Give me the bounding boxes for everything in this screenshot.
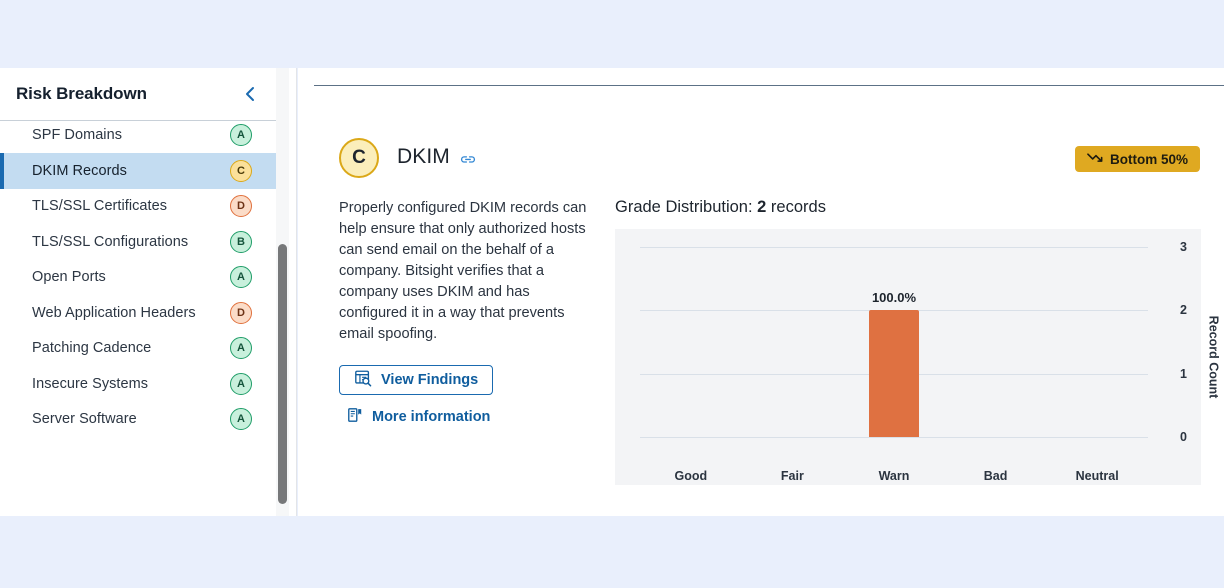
chart-y-tick-label: 1 <box>1180 366 1187 381</box>
panel-top-divider <box>314 85 1224 86</box>
chevron-left-icon[interactable] <box>240 84 260 104</box>
grade-badge: A <box>230 408 252 431</box>
sidebar-item-spf-domains[interactable]: SPF Domains A <box>0 118 276 154</box>
risk-detail-panel: C DKIM Bottom 50% Properly configured DK… <box>298 68 1224 516</box>
view-findings-button[interactable]: View Findings <box>339 365 494 395</box>
chart-title-prefix: Grade Distribution: <box>615 198 758 216</box>
chart-gridline <box>640 247 1148 248</box>
chart-plot-area: 3 2 1 0 Good Fair 100.0% Warn Bad Neutral <box>640 240 1187 483</box>
risk-grade-circle: C <box>339 138 379 178</box>
book-icon <box>347 407 363 427</box>
chart-record-count: 2 <box>757 198 767 216</box>
chart-title: Grade Distribution: 2 records <box>615 198 1201 217</box>
sidebar-item-patching-cadence[interactable]: Patching Cadence A <box>0 331 276 367</box>
sidebar-item-tls-ssl-configurations[interactable]: TLS/SSL Configurations B <box>0 224 276 260</box>
sidebar-nav-list: Diligence Overview SPF Domains A DKIM Re… <box>0 68 276 437</box>
grade-badge: D <box>230 195 252 218</box>
trend-down-icon <box>1087 152 1104 167</box>
sidebar-item-label: SPF Domains <box>32 127 122 144</box>
sidebar-item-server-software[interactable]: Server Software A <box>0 402 276 438</box>
chart-bar-value-label: 100.0% <box>871 290 917 306</box>
chart-x-tick-label: Good <box>674 469 708 483</box>
grade-badge: A <box>230 266 252 289</box>
sidebar-item-label: Patching Cadence <box>32 340 152 357</box>
chart-gridline <box>640 437 1148 438</box>
grade-badge: A <box>230 372 252 395</box>
sidebar-item-label: Open Ports <box>32 269 106 286</box>
sidebar-item-label: TLS/SSL Configurations <box>32 233 189 250</box>
view-findings-label: View Findings <box>381 372 479 388</box>
chart-bar-rect[interactable] <box>869 310 919 437</box>
status-badge-label: Bottom 50% <box>1109 151 1188 167</box>
sidebar-item-label: DKIM Records <box>32 162 127 179</box>
sidebar-item-web-application-headers[interactable]: Web Application Headers D <box>0 295 276 331</box>
grade-distribution-chart: Grade Distribution: 2 records 3 2 1 0 Good Fa… <box>615 198 1220 485</box>
sidebar-scrollbar-thumb[interactable] <box>278 244 287 504</box>
chart-plot-surface: 3 2 1 0 Good Fair 100.0% Warn Bad Neutral Record … <box>615 229 1220 485</box>
sidebar-item-open-ports[interactable]: Open Ports A <box>0 260 276 296</box>
chart-x-tick-label: Neutral <box>1075 469 1119 483</box>
chart-y-axis-title: Record Count <box>1206 315 1221 399</box>
sidebar-header-divider <box>0 120 276 121</box>
grade-badge: A <box>230 124 252 147</box>
table-search-icon <box>354 369 372 391</box>
sidebar-item-label: TLS/SSL Certificates <box>32 198 168 215</box>
grade-badge: B <box>230 230 252 253</box>
chart-y-tick-label: 3 <box>1180 240 1187 254</box>
chart-y-tick-label: 0 <box>1180 430 1187 444</box>
sidebar-item-label: Web Application Headers <box>32 304 196 321</box>
chart-title-suffix: records <box>766 198 826 216</box>
grade-badge: A <box>230 337 252 360</box>
sidebar-header: Risk Breakdown <box>0 68 276 120</box>
status-badge[interactable]: Bottom 50% <box>1074 146 1200 172</box>
risk-description-text: Properly configured DKIM records can hel… <box>339 200 587 342</box>
chart-x-tick-label: Bad <box>983 469 1008 483</box>
sidebar-item-insecure-systems[interactable]: Insecure Systems A <box>0 366 276 402</box>
risk-breakdown-sidebar: Diligence Overview SPF Domains A DKIM Re… <box>0 68 297 516</box>
chart-x-tick-label: Warn <box>878 469 910 483</box>
page-title: Risk Breakdown <box>16 84 147 103</box>
sidebar-item-tls-ssl-certificates[interactable]: TLS/SSL Certificates D <box>0 189 276 225</box>
link-icon[interactable] <box>460 152 476 173</box>
sidebar-item-dkim-records[interactable]: DKIM Records C <box>0 153 276 189</box>
more-information-label: More information <box>372 409 491 425</box>
grade-badge: D <box>230 301 252 324</box>
more-information-link[interactable]: More information <box>339 407 594 427</box>
risk-vector-title: DKIM <box>397 145 450 168</box>
sidebar-scrollbar[interactable] <box>276 68 289 516</box>
chart-x-tick-label: Fair <box>780 469 804 483</box>
grade-badge: C <box>230 159 252 182</box>
chart-bar[interactable]: 100.0% <box>869 290 919 437</box>
chart-y-tick-label: 2 <box>1180 303 1187 318</box>
sidebar-item-label: Server Software <box>32 411 137 428</box>
risk-description-column: Properly configured DKIM records can hel… <box>339 198 594 427</box>
sidebar-item-label: Insecure Systems <box>32 375 149 392</box>
sidebar-scroll-viewport[interactable]: Diligence Overview SPF Domains A DKIM Re… <box>0 68 276 516</box>
